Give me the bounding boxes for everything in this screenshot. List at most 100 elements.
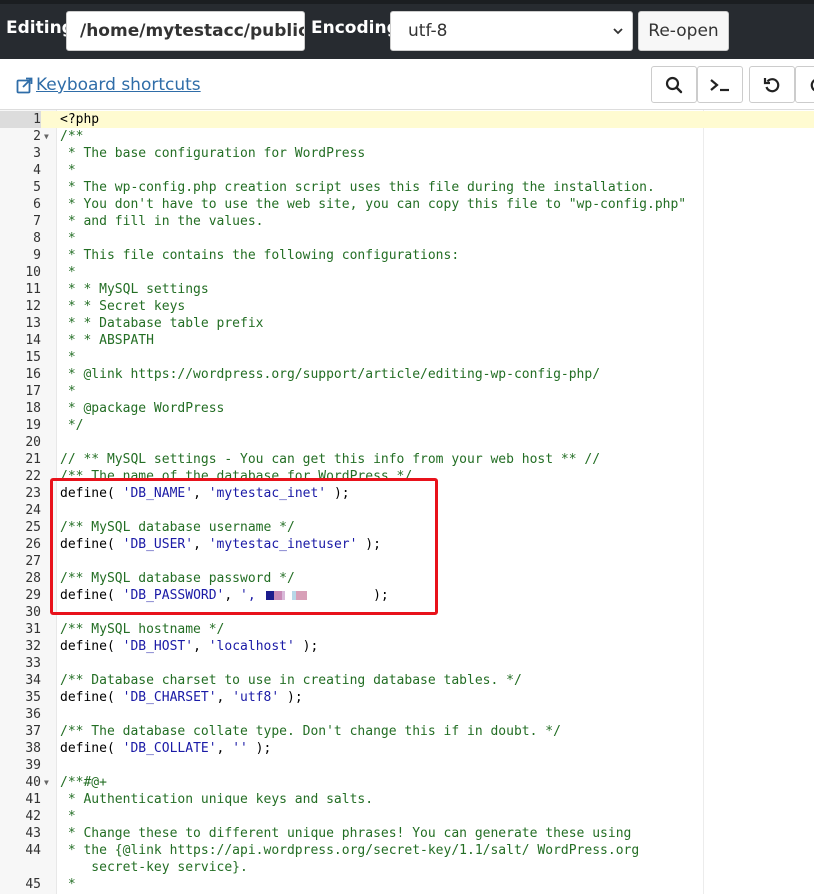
comment-token: * * MySQL settings <box>60 282 209 297</box>
reopen-button[interactable]: Re-open <box>638 11 729 51</box>
code-line[interactable]: 18 * @package WordPress <box>0 400 814 417</box>
code-line[interactable]: 34 /** Database charset to use in creatin… <box>0 672 814 689</box>
file-path-input[interactable]: /home/mytestacc/public_ <box>66 11 305 51</box>
code-line[interactable]: 17 * <box>0 383 814 400</box>
code-line[interactable]: 25 /** MySQL database username */ <box>0 519 814 536</box>
code-line[interactable]: 38 define( 'DB_COLLATE', '' ); <box>0 740 814 757</box>
string-token: 'DB_PASSWORD' <box>122 588 225 603</box>
code-line[interactable]: 19 */ <box>0 417 814 434</box>
code-line[interactable]: 45 * <box>0 876 814 893</box>
code-line[interactable]: 20 <box>0 434 814 451</box>
code-text: * The wp-config.php creation script uses… <box>60 179 655 196</box>
line-number: 18 <box>25 401 41 416</box>
line-number: 25 <box>25 520 41 535</box>
string-token: 'DB_NAME' <box>122 486 194 501</box>
code-line[interactable]: 1 <?php <box>0 111 814 128</box>
code-line[interactable]: 16 * @link https://wordpress.org/support… <box>0 366 814 383</box>
code-text: define( 'DB_PASSWORD', ', ); <box>60 587 389 604</box>
code-token: ); <box>357 537 381 552</box>
code-line[interactable]: 4 * <box>0 162 814 179</box>
code-token: , <box>224 588 241 603</box>
code-line[interactable]: 2 ▼ /** <box>0 128 814 145</box>
code-line[interactable]: 41 * Authentication unique keys and salt… <box>0 791 814 808</box>
code-line[interactable]: 24 <box>0 502 814 519</box>
fold-toggle-icon[interactable]: ▼ <box>44 128 49 145</box>
code-token: , <box>193 537 209 552</box>
code-line[interactable]: 40 ▼ /**#@+ <box>0 774 814 791</box>
code-line[interactable]: 36 <box>0 706 814 723</box>
code-line[interactable]: 7 * and fill in the values. <box>0 213 814 230</box>
code-line[interactable]: 13 * * Database table prefix <box>0 315 814 332</box>
comment-token: * <box>60 877 76 892</box>
code-line[interactable]: 8 * <box>0 230 814 247</box>
code-text: * * Database table prefix <box>60 315 264 332</box>
code-line[interactable]: 14 * * ABSPATH <box>0 332 814 349</box>
code-line[interactable]: 31 /** MySQL hostname */ <box>0 621 814 638</box>
code-text: <?php <box>60 111 99 128</box>
fold-toggle-icon[interactable]: ▼ <box>44 774 49 791</box>
line-number: 40 <box>25 775 41 790</box>
code-line[interactable]: 28 /** MySQL database password */ <box>0 570 814 587</box>
string-token: 'DB_CHARSET' <box>122 690 217 705</box>
undo-icon <box>763 77 780 92</box>
comment-token: * Change these to different unique phras… <box>60 826 632 841</box>
code-line[interactable]: 22 /** The name of the database for WordP… <box>0 468 814 485</box>
code-line[interactable]: secret-key service}. <box>0 859 814 876</box>
code-line[interactable]: 23 define( 'DB_NAME', 'mytestac_inet' ); <box>0 485 814 502</box>
code-line[interactable]: 30 <box>0 604 814 621</box>
line-number: 7 <box>33 214 41 229</box>
line-number: 3 <box>33 146 41 161</box>
string-token: ', <box>240 588 256 603</box>
code-line[interactable]: 39 <box>0 757 814 774</box>
line-number: 24 <box>25 503 41 518</box>
line-number: 19 <box>25 418 41 433</box>
code-line[interactable]: 3 * The base configuration for WordPress <box>0 145 814 162</box>
code-line[interactable]: 6 * You don't have to use the web site, … <box>0 196 814 213</box>
line-number: 6 <box>33 197 41 212</box>
code-token: define( <box>60 639 123 654</box>
comment-token: secret-key service}. <box>60 860 248 875</box>
code-text: * <box>60 383 76 400</box>
code-line[interactable]: 37 /** The database collate type. Don't c… <box>0 723 814 740</box>
code-token: , <box>193 486 209 501</box>
code-token: ); <box>279 690 303 705</box>
code-line[interactable]: 21 // ** MySQL settings - You can get thi… <box>0 451 814 468</box>
code-text: * The base configuration for WordPress <box>60 145 365 162</box>
code-line[interactable]: 12 * * Secret keys <box>0 298 814 315</box>
line-number: 20 <box>25 435 41 450</box>
code-line[interactable]: 29 define( 'DB_PASSWORD', ', ); <box>0 587 814 604</box>
terminal-button[interactable] <box>697 66 743 103</box>
code-token: define( <box>60 741 123 756</box>
code-line[interactable]: 27 <box>0 553 814 570</box>
code-line[interactable]: 11 * * MySQL settings <box>0 281 814 298</box>
code-line[interactable]: 9 * This file contains the following con… <box>0 247 814 264</box>
code-line[interactable]: 26 define( 'DB_USER', 'mytestac_inetuser'… <box>0 536 814 553</box>
search-button[interactable] <box>651 66 697 103</box>
line-number: 15 <box>25 350 41 365</box>
code-line[interactable]: 42 * <box>0 808 814 825</box>
comment-token: * The wp-config.php creation script uses… <box>60 180 655 195</box>
line-number: 33 <box>25 656 41 671</box>
encoding-select[interactable]: utf-8 <box>390 11 633 51</box>
keyboard-shortcuts-link[interactable]: Keyboard shortcuts <box>16 75 201 95</box>
line-number: 27 <box>25 554 41 569</box>
line-number: 22 <box>25 469 41 484</box>
code-line[interactable]: 33 <box>0 655 814 672</box>
string-token: 'DB_HOST' <box>122 639 194 654</box>
line-number: 38 <box>25 741 41 756</box>
undo-button[interactable] <box>749 66 795 103</box>
line-number: 8 <box>33 231 41 246</box>
code-text: */ <box>60 417 84 434</box>
code-editor[interactable]: 1 <?php 2 ▼/** 3 * The base configuration fo… <box>0 110 814 894</box>
comment-token: * @package WordPress <box>60 401 225 416</box>
code-line[interactable]: 32 define( 'DB_HOST', 'localhost' ); <box>0 638 814 655</box>
code-line[interactable]: 15 * <box>0 349 814 366</box>
code-line[interactable]: 43 * Change these to different unique ph… <box>0 825 814 842</box>
redacted-password <box>266 587 310 604</box>
code-line[interactable]: 10 * <box>0 264 814 281</box>
code-line[interactable]: 35 define( 'DB_CHARSET', 'utf8' ); <box>0 689 814 706</box>
code-line[interactable]: 44 * the {@link https://api.wordpress.or… <box>0 842 814 859</box>
line-number: 23 <box>25 486 41 501</box>
code-line[interactable]: 5 * The wp-config.php creation script us… <box>0 179 814 196</box>
redo-button[interactable] <box>795 66 814 103</box>
